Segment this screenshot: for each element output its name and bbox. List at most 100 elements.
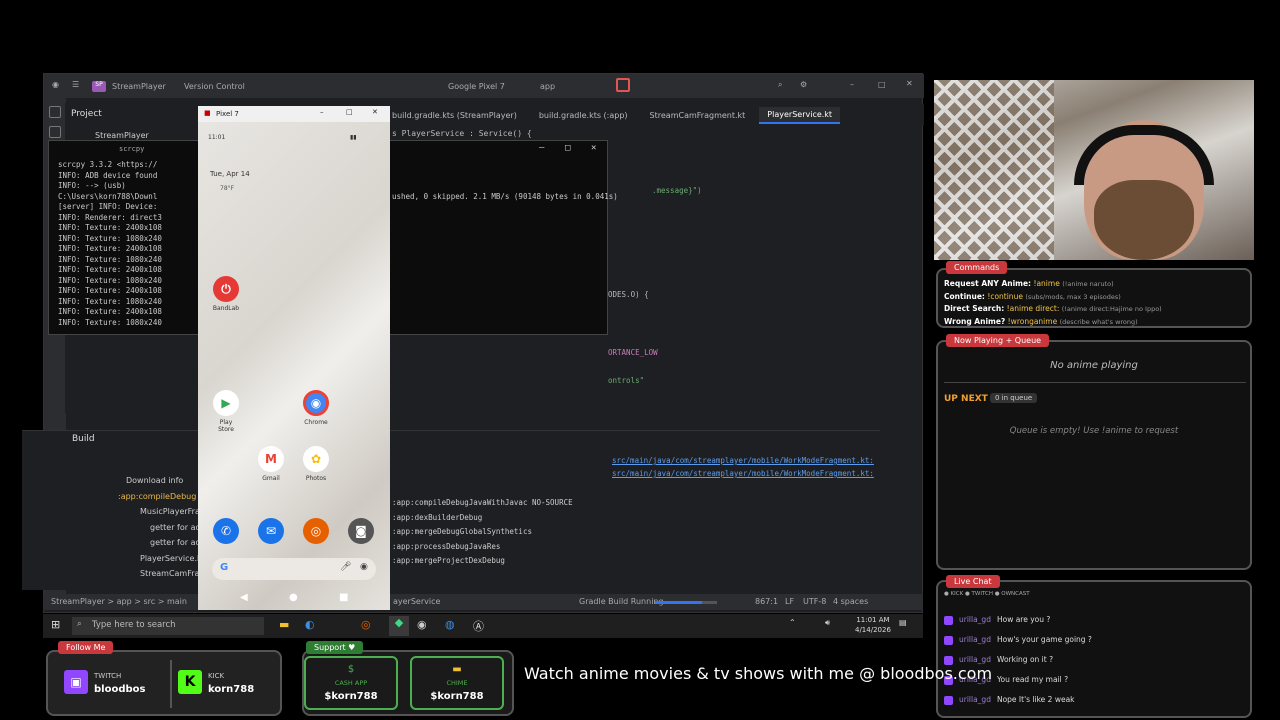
console-line: INFO: Texture: 1080x240 [58,275,162,285]
console-push-line: ushed, 0 skipped. 2.1 MB/s (90148 bytes … [392,192,618,201]
taskbar-clock[interactable]: 11:01 AM 4/14/2026 [855,615,891,635]
obs-icon[interactable]: ◉ [417,618,427,631]
indent-setting[interactable]: 4 spaces [833,597,868,606]
phone-back-button[interactable]: ◀ [240,592,248,603]
chat-message: urilla_gd Nope It's like 2 weak [944,690,1092,710]
code-line: .message}") [652,186,702,195]
command-row: Wrong Anime? !wronganime (describe what'… [944,316,1138,326]
build-panel-title[interactable]: Build [72,434,95,444]
build-status: Gradle Build Running [579,597,664,606]
google-icon: G [220,562,229,573]
cursor-position[interactable]: 867:1 [755,597,778,606]
console-line: INFO: Texture: 1080x240 [58,317,162,327]
messages-icon[interactable]: ✉ [258,518,284,544]
lattice-background [934,80,1054,260]
console-line: INFO: Texture: 1080x240 [58,254,162,264]
taskbar-search-input[interactable]: ⌕ Type here to search [72,617,264,635]
scrcpy-icon: ■ [204,109,211,117]
streamer-beard [1094,180,1194,260]
edge-icon[interactable]: ◐ [305,618,315,631]
console-line: INFO: Texture: 2400x108 [58,265,162,274]
up-next-label: UP NEXT [944,394,988,404]
app-label: Chrome [304,419,328,426]
phone-screen[interactable]: 11:01 ▮▮ Tue, Apr 14 78°F ⏻ BandLab ▶ Pl… [198,122,390,610]
phone-close-button[interactable]: ✕ [372,108,378,116]
twitch-icon [944,695,953,705]
twitch-label: TWITCH [94,672,122,680]
phone-minimize-button[interactable]: – [320,108,324,116]
console-maximize-button[interactable]: □ [565,143,570,153]
build-tree: Download info :app:compileDebug MusicPla… [110,473,212,582]
folder-icon[interactable] [49,106,61,118]
phone-clock: 11:01 [208,134,226,141]
app-label: Gmail [262,475,280,482]
project-selector[interactable]: StreamPlayer [112,82,166,91]
twitch-logo-icon: ▣ [64,670,88,694]
bandlab-icon: ⏻ [213,276,239,302]
explorer-icon[interactable]: ▬ [279,618,289,631]
phone-home-button[interactable]: ● [289,592,298,603]
notifications-icon[interactable]: ▤ [899,618,907,627]
firefox-taskbar-icon[interactable]: ◎ [361,618,371,631]
firefox-icon[interactable]: ◎ [303,518,329,544]
lens-icon[interactable]: ◉ [360,562,368,572]
twitch-icon [944,615,953,625]
app-chrome[interactable]: ◉ Chrome [301,390,331,426]
tab-streamcamfragment[interactable]: StreamCamFragment.kt [642,108,754,123]
settings-gear-icon[interactable]: ⚙ [800,80,807,89]
app-photos[interactable]: ✿ Photos [301,446,331,482]
code-line: ORTANCE_LOW [608,348,658,357]
stop-button[interactable] [616,78,630,92]
console-close-button[interactable]: ✕ [591,143,596,153]
phone-recents-button[interactable]: ■ [339,592,348,603]
app-taskbar-icon-2[interactable]: Ⓐ [473,618,484,634]
app-label: Play Store [218,419,234,433]
close-button[interactable]: ✕ [906,79,913,88]
status-breadcrumb-end[interactable]: ayerService [393,597,440,606]
commands-panel: Request ANY Anime: !anime (!anime naruto… [936,268,1252,328]
windows-start-icon[interactable]: ⊞ [51,618,60,631]
status-breadcrumb[interactable]: StreamPlayer > app > src > main [51,597,187,606]
build-link[interactable]: src/main/java/com/streamplayer/mobile/Wo… [612,456,874,465]
project-root[interactable]: StreamPlayer [95,131,149,140]
device-selector[interactable]: Google Pixel 7 [448,82,505,91]
build-output-line: :app:dexBuilderDebug [392,512,483,522]
main-menu-icon[interactable]: ☰ [72,80,79,89]
volume-icon[interactable]: 🔊︎ [825,618,830,628]
app-taskbar-icon[interactable]: ◍ [445,618,455,631]
tab-build-gradle-app[interactable]: build.gradle.kts (:app) [531,108,636,123]
vcs-menu[interactable]: Version Control [184,82,245,91]
commit-icon[interactable] [49,126,61,138]
maximize-button[interactable]: □ [878,80,886,89]
phone-window-title: Pixel 7 [216,110,239,118]
android-studio-taskbar-icon[interactable]: ◆ [389,616,409,636]
twitch-icon [944,635,953,645]
app-play-store[interactable]: ▶ Play Store [211,390,241,433]
tray-overflow-icon[interactable]: ⌃ [789,618,796,627]
console-minimize-button[interactable]: – [539,143,544,153]
queue-empty-text: Queue is empty! Use !anime to request [1009,426,1179,436]
camera-icon[interactable]: ◙ [348,518,374,544]
phone-maximize-button[interactable]: □ [346,108,353,116]
photos-icon: ✿ [303,446,329,472]
build-link[interactable]: src/main/java/com/streamplayer/mobile/Wo… [612,469,874,478]
tab-build-gradle-project[interactable]: build.gradle.kts (StreamPlayer) [384,108,525,123]
tab-playerservice[interactable]: PlayerService.kt [759,106,841,124]
console-title: scrcpy [119,145,145,153]
run-config-selector[interactable]: app [540,82,555,91]
phone-search-bar[interactable]: G 🎤︎ ◉ [212,558,376,580]
chime-box: ▬ CHIME $korn788 [410,656,504,710]
build-progress-fill [655,601,702,604]
search-placeholder: Type here to search [92,620,176,630]
app-gmail[interactable]: M Gmail [256,446,286,482]
project-panel-title[interactable]: Project [71,109,102,119]
file-encoding[interactable]: UTF-8 [803,597,826,606]
search-everywhere-icon[interactable]: ⌕ [778,80,782,90]
mic-icon[interactable]: 🎤︎ [340,562,351,572]
minimize-button[interactable]: – [850,80,854,89]
build-progress-bar [655,601,717,604]
line-separator[interactable]: LF [785,597,794,606]
chime-handle: $korn788 [430,691,484,702]
app-bandlab[interactable]: ⏻ BandLab [211,276,241,312]
phone-dialer-icon[interactable]: ✆ [213,518,239,544]
